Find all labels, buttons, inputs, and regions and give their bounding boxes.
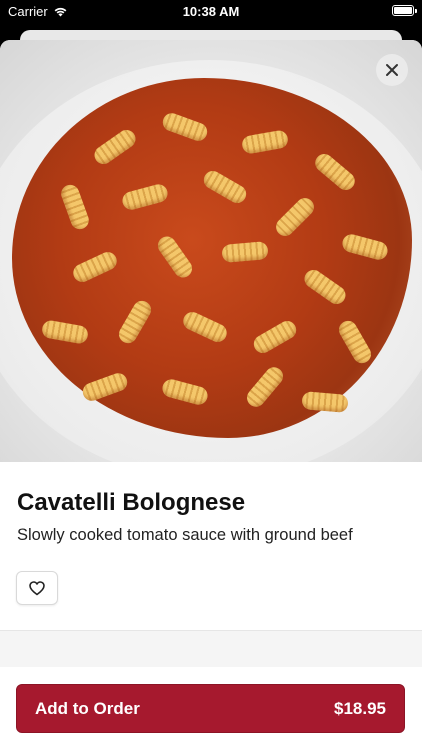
add-to-order-button[interactable]: Add to Order $18.95 (16, 684, 405, 733)
close-button[interactable] (376, 54, 408, 86)
add-to-order-label: Add to Order (35, 698, 140, 718)
close-icon (386, 64, 398, 76)
item-photo (0, 40, 422, 462)
order-footer: Add to Order $18.95 (0, 667, 422, 750)
item-price: $18.95 (334, 698, 386, 718)
favorite-button[interactable] (16, 571, 58, 605)
battery-icon (392, 5, 417, 16)
item-title: Cavatelli Bolognese (17, 489, 246, 516)
status-bar: Carrier 10:38 AM (0, 0, 422, 24)
item-description: Slowly cooked tomato sauce with ground b… (17, 526, 353, 544)
status-time: 10:38 AM (182, 4, 240, 19)
item-detail-sheet: Cavatelli Bolognese Slowly cooked tomato… (0, 40, 422, 750)
heart-icon (29, 580, 45, 595)
section-divider (0, 630, 422, 668)
